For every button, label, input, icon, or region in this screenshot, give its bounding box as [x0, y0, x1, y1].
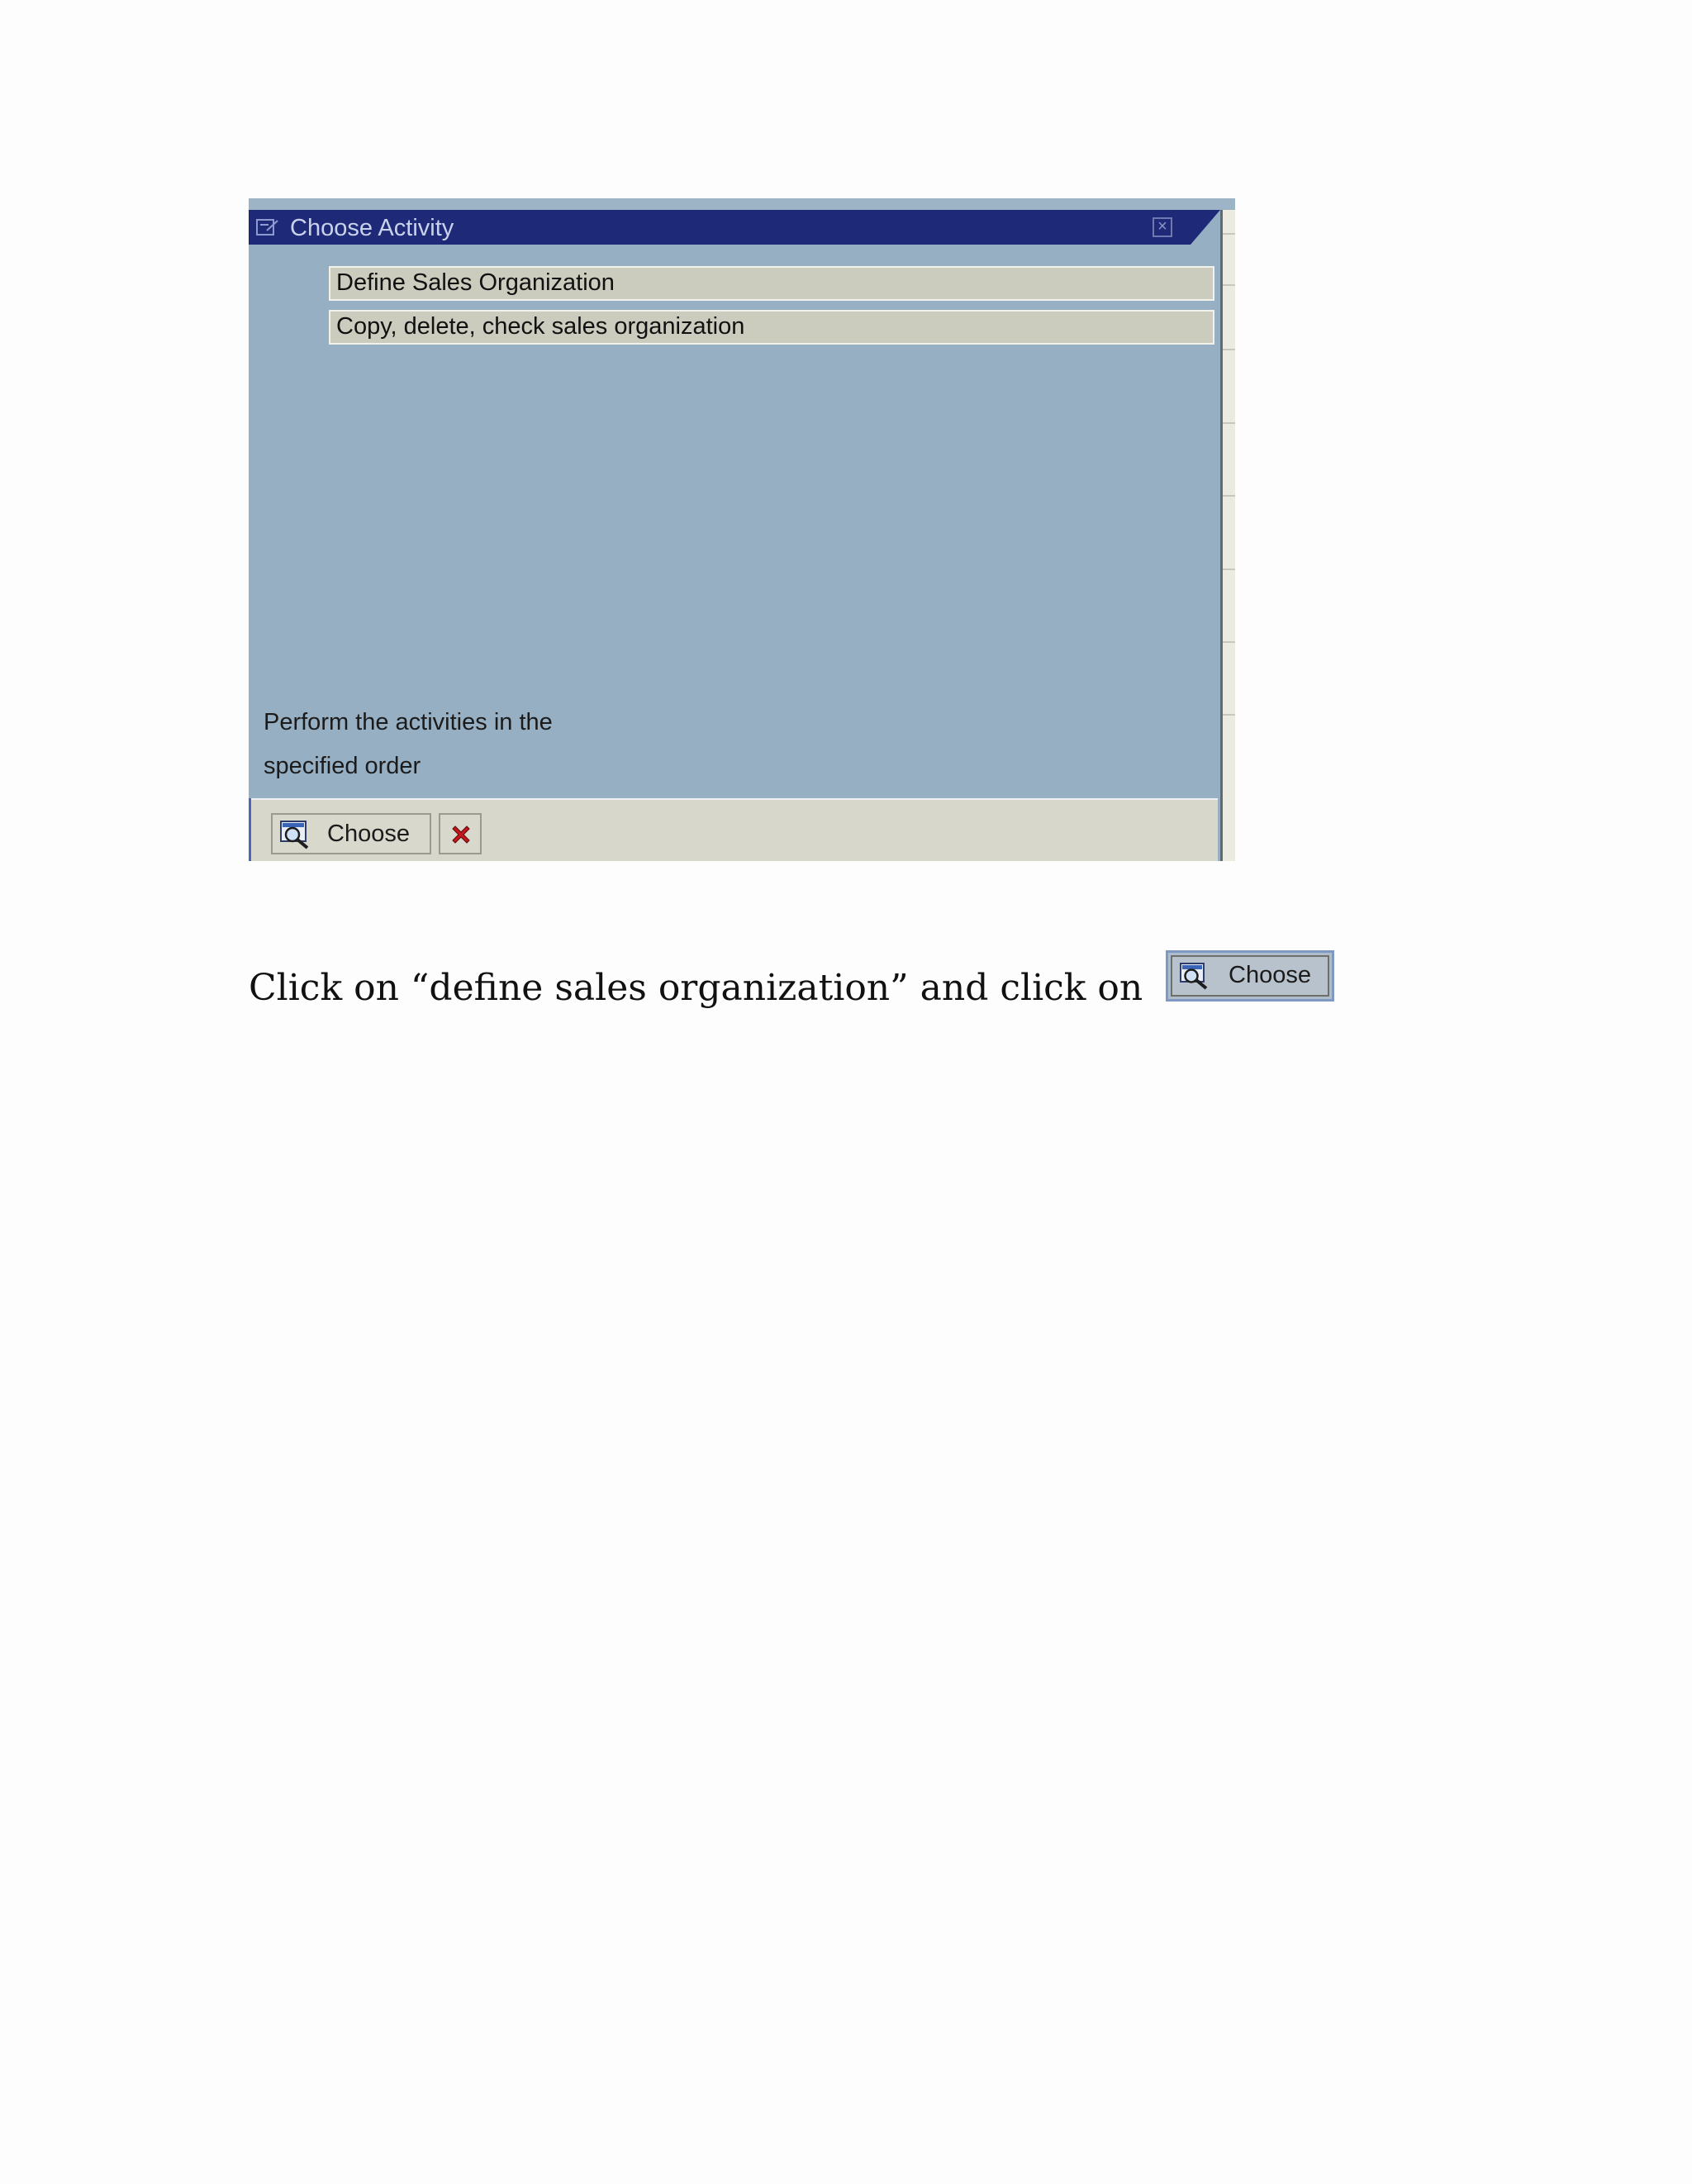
- magnifier-choose-icon: [280, 821, 309, 849]
- inline-choose-button-label: Choose: [1229, 962, 1311, 988]
- inline-choose-button-face: Choose: [1171, 955, 1329, 997]
- instruction-text: Click on “define sales organization” and…: [249, 967, 1143, 1009]
- cancel-button[interactable]: [439, 813, 482, 854]
- hint-line: specified order: [264, 753, 421, 779]
- close-icon[interactable]: ×: [1153, 217, 1172, 237]
- activity-icon: [256, 219, 278, 236]
- magnifier-choose-icon: [1180, 963, 1208, 990]
- activity-hint: Perform the activities in the specified …: [264, 701, 553, 788]
- choose-activity-dialog: Choose Activity × Define Sales Organizat…: [249, 198, 1235, 861]
- choose-button-label: Choose: [327, 821, 410, 847]
- dialog-toolbar: Choose: [251, 798, 1218, 861]
- activity-copy-delete-check-sales-organization[interactable]: Copy, delete, check sales organization: [329, 310, 1214, 345]
- dialog-title: Choose Activity: [290, 215, 454, 241]
- inline-choose-button[interactable]: Choose: [1166, 950, 1334, 1002]
- choose-button[interactable]: Choose: [271, 813, 431, 854]
- dialog-titlebar: Choose Activity ×: [249, 210, 1220, 245]
- dialog-top-strip: [249, 198, 1235, 210]
- red-x-cancel-icon: [452, 826, 470, 844]
- activity-define-sales-organization[interactable]: Define Sales Organization: [329, 266, 1214, 301]
- background-window-edge: [1220, 210, 1235, 861]
- activity-list: Define Sales Organization Copy, delete, …: [329, 266, 1214, 345]
- hint-line: Perform the activities in the: [264, 709, 553, 735]
